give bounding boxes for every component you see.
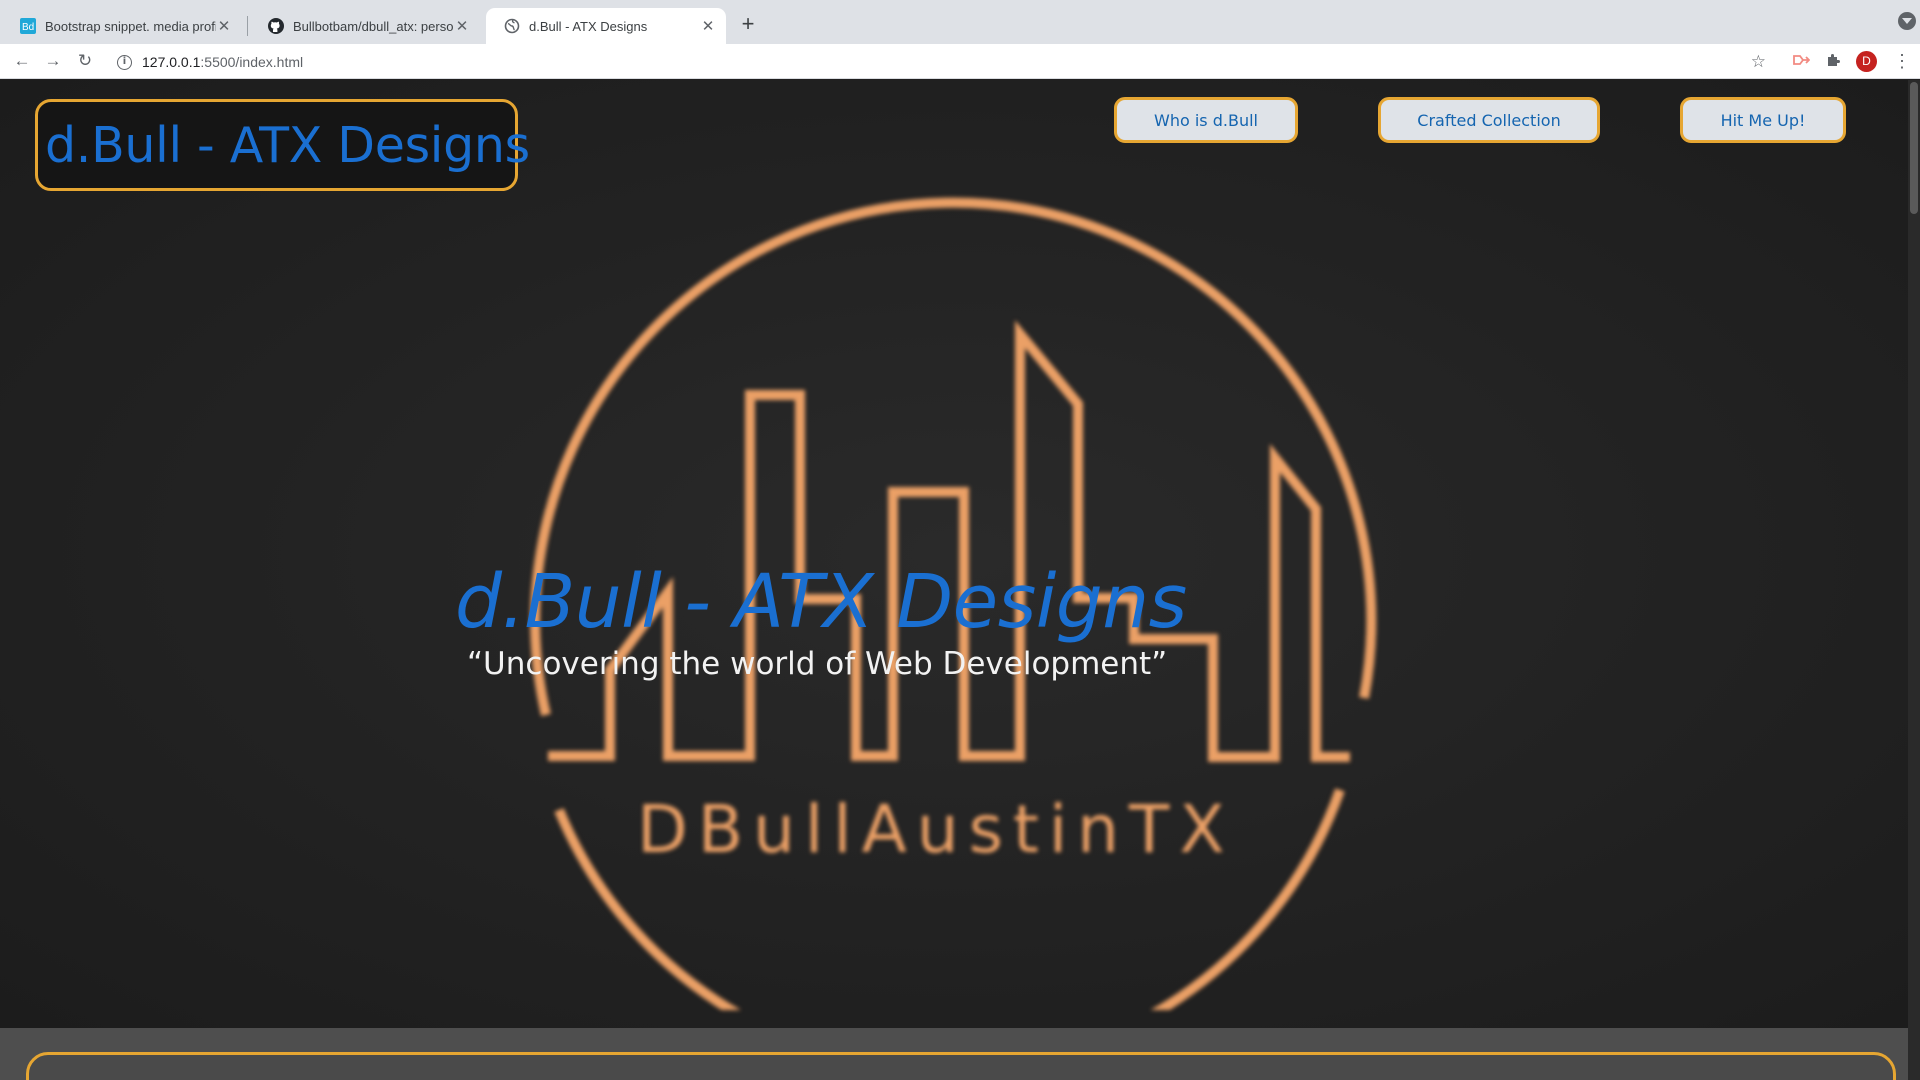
tab-github-repo[interactable]: Bullbotbam/dbull_atx: personal ✕ <box>250 8 480 44</box>
site-info-icon[interactable]: i <box>117 54 132 70</box>
close-icon[interactable]: ✕ <box>454 17 470 35</box>
tab-separator <box>247 16 248 36</box>
logo-wordmark: DBullAustinTX <box>637 791 1235 868</box>
nav-who-is-dbull[interactable]: Who is d.Bull <box>1114 97 1298 143</box>
page-viewport: DBullAustinTX d.Bull - ATX Designs Who i… <box>0 80 1920 1080</box>
address-bar[interactable]: i 127.0.0.1:5500/index.html ☆ <box>108 48 1784 76</box>
content-card <box>26 1052 1896 1080</box>
url-path: :5500/index.html <box>200 54 304 70</box>
tab-bootstrap-snippet[interactable]: Bd Bootstrap snippet. media profile ✕ <box>2 8 242 44</box>
tab-title: Bullbotbam/dbull_atx: personal <box>293 18 454 34</box>
tab-strip: Bd Bootstrap snippet. media profile ✕ Bu… <box>0 0 1920 44</box>
brand-logo-link[interactable]: d.Bull - ATX Designs <box>35 99 530 191</box>
url-host: 127.0.0.1 <box>142 54 201 70</box>
bootdey-icon: Bd <box>20 18 36 34</box>
scrollbar-thumb[interactable] <box>1910 82 1918 214</box>
tab-dbull-atx-designs[interactable]: d.Bull - ATX Designs ✕ <box>486 8 726 44</box>
nav-hit-me-up[interactable]: Hit Me Up! <box>1680 97 1846 143</box>
back-icon[interactable]: ← <box>10 49 34 73</box>
nav-crafted-collection[interactable]: Crafted Collection <box>1378 97 1600 143</box>
tab-title: d.Bull - ATX Designs <box>529 18 648 34</box>
reload-icon[interactable]: ↻ <box>73 49 97 73</box>
profile-avatar[interactable]: D <box>1856 51 1877 72</box>
forward-icon[interactable]: → <box>41 49 65 73</box>
github-icon <box>268 18 284 34</box>
hero-title: d.Bull - ATX Designs <box>455 559 1187 645</box>
tab-title: Bootstrap snippet. media profile <box>45 18 216 34</box>
site-brand: d.Bull - ATX Designs <box>45 116 530 174</box>
hero-section: DBullAustinTX d.Bull - ATX Designs Who i… <box>0 80 1920 1028</box>
browser-menu-icon[interactable]: ⋮ <box>1893 50 1911 72</box>
tab-search-icon[interactable] <box>1898 12 1916 30</box>
bookmark-star-icon[interactable]: ☆ <box>1751 48 1766 76</box>
svg-text:Bd: Bd <box>22 22 34 33</box>
close-icon[interactable]: ✕ <box>700 17 716 35</box>
close-icon[interactable]: ✕ <box>216 17 232 35</box>
browser-toolbar: ← → ↻ i 127.0.0.1:5500/index.html ☆ D ⋮ <box>0 44 1920 79</box>
page-scrollbar[interactable] <box>1908 80 1920 1080</box>
hero-tagline: “Uncovering the world of Web Development… <box>467 646 1168 682</box>
extension-share-icon[interactable] <box>1791 52 1811 72</box>
globe-icon <box>504 18 520 34</box>
extensions-puzzle-icon[interactable] <box>1823 52 1843 72</box>
new-tab-icon[interactable]: + <box>738 12 758 36</box>
